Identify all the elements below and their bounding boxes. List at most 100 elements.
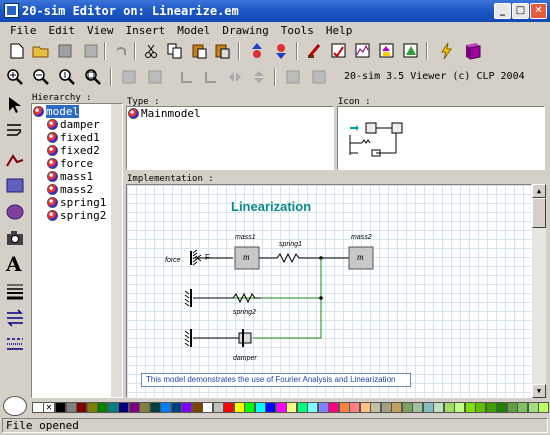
tree-item-force[interactable]: force (33, 157, 106, 170)
color-swatch[interactable] (359, 402, 371, 413)
color-swatch[interactable] (380, 402, 392, 413)
close-button[interactable]: ✕ (530, 3, 547, 19)
color-swatch[interactable] (464, 402, 476, 413)
color-swatch[interactable] (349, 402, 360, 413)
polyline-icon[interactable] (5, 150, 25, 173)
color-swatch[interactable] (538, 402, 549, 413)
tree-item-fixed2[interactable]: fixed2 (33, 144, 106, 157)
color-swatch[interactable] (443, 402, 455, 413)
rotate-right-icon[interactable] (200, 67, 222, 87)
color-swatch[interactable] (517, 402, 528, 413)
open-folder-icon[interactable] (30, 41, 52, 61)
type-item[interactable]: Mainmodel (128, 107, 201, 120)
color-swatch[interactable] (118, 402, 129, 413)
color-swatch[interactable] (244, 402, 255, 413)
tree-item-fixed1[interactable]: fixed1 (33, 131, 106, 144)
simulator-icon[interactable] (352, 41, 374, 61)
zoom-1-icon[interactable] (56, 67, 78, 87)
scroll-up-arrow-icon[interactable]: ▲ (532, 184, 546, 198)
zoom-fit-icon[interactable] (82, 67, 104, 87)
color-swatch[interactable] (97, 402, 108, 413)
hierarchy-scrollbar[interactable] (110, 104, 122, 397)
transparent-swatch-icon[interactable]: ✕ (43, 402, 55, 413)
rectangle-icon[interactable] (5, 176, 25, 199)
line-style-icon[interactable] (5, 334, 25, 357)
tree-item-model[interactable]: model (33, 105, 106, 118)
color-swatch[interactable] (433, 402, 444, 413)
menu-help[interactable]: Help (320, 22, 359, 39)
color-swatch[interactable] (307, 402, 318, 413)
color-swatch[interactable] (454, 402, 465, 413)
color-swatch[interactable] (370, 402, 381, 413)
flip-horizontal-icon[interactable] (224, 67, 246, 87)
color-swatch[interactable] (139, 402, 150, 413)
maximize-button[interactable]: □ (512, 3, 529, 19)
process-model-icon[interactable] (328, 41, 350, 61)
go-down-icon[interactable] (270, 41, 292, 61)
color-swatch[interactable] (86, 402, 98, 413)
color-swatch[interactable] (65, 402, 77, 413)
line-width-icon[interactable] (5, 282, 25, 305)
arrow-style-icon[interactable] (5, 308, 25, 331)
paste-special-icon[interactable] (212, 41, 234, 61)
color-swatch[interactable] (296, 402, 308, 413)
color-swatch[interactable] (328, 402, 339, 413)
tree-item-damper[interactable]: damper (33, 118, 106, 131)
canvas-vertical-scrollbar[interactable]: ▲ ▼ (532, 184, 546, 398)
copy-icon[interactable] (164, 41, 186, 61)
color-swatch[interactable] (170, 402, 182, 413)
bring-front-icon[interactable] (282, 67, 304, 87)
implementation-canvas[interactable]: Linearization force F mass1 m spring1 ma… (126, 184, 532, 398)
text-tool-icon[interactable]: A (6, 252, 22, 276)
color-swatch[interactable] (317, 402, 329, 413)
color-swatch[interactable] (275, 402, 287, 413)
save-icon[interactable] (54, 41, 76, 61)
color-swatch[interactable] (475, 402, 486, 413)
ellipse-icon[interactable] (5, 202, 25, 225)
select-arrow-icon[interactable] (5, 95, 25, 118)
color-swatch[interactable] (391, 402, 402, 413)
color-swatch[interactable] (128, 402, 140, 413)
connect-bond-icon[interactable] (5, 120, 25, 143)
menu-file[interactable]: File (4, 22, 43, 39)
align-icon[interactable] (118, 67, 140, 87)
color-swatch[interactable] (506, 402, 518, 413)
flip-vertical-icon[interactable] (248, 67, 270, 87)
color-swatch[interactable] (160, 402, 171, 413)
color-swatch[interactable] (338, 402, 350, 413)
tree-item-spring2[interactable]: spring2 (33, 209, 106, 222)
color-swatch[interactable] (412, 402, 423, 413)
tree-item-spring1[interactable]: spring1 (33, 196, 106, 209)
color-swatch[interactable] (107, 402, 119, 413)
color-swatch[interactable] (76, 402, 87, 413)
color-swatch[interactable] (496, 402, 507, 413)
menu-view[interactable]: View (81, 22, 120, 39)
new-file-icon[interactable] (6, 41, 28, 61)
menu-tools[interactable]: Tools (275, 22, 320, 39)
color-swatch[interactable] (485, 402, 497, 413)
app-icon[interactable] (4, 3, 19, 18)
minimize-button[interactable]: _ (494, 3, 511, 19)
go-up-icon[interactable] (246, 41, 268, 61)
color-swatch[interactable] (191, 402, 203, 413)
current-color-icon[interactable] (3, 396, 27, 416)
color-swatch[interactable] (202, 402, 213, 413)
color-swatch[interactable] (527, 402, 539, 413)
color-swatch[interactable] (233, 402, 245, 413)
color-swatch[interactable] (55, 402, 66, 413)
library-book-icon[interactable] (462, 41, 484, 61)
color-swatch[interactable] (181, 402, 192, 413)
zoom-out-icon[interactable] (30, 67, 52, 87)
camera-icon[interactable] (5, 228, 25, 251)
menu-model[interactable]: Model (171, 22, 216, 39)
cut-icon[interactable] (140, 41, 162, 61)
3d-icon[interactable] (400, 41, 422, 61)
scroll-thumb[interactable] (532, 198, 546, 228)
color-swatch[interactable] (149, 402, 161, 413)
tree-item-mass2[interactable]: mass2 (33, 183, 106, 196)
animation-icon[interactable] (376, 41, 398, 61)
color-swatch[interactable] (286, 402, 297, 413)
undo-icon[interactable] (110, 41, 132, 61)
save-disabled-icon[interactable] (80, 41, 102, 61)
menu-drawing[interactable]: Drawing (216, 22, 274, 39)
